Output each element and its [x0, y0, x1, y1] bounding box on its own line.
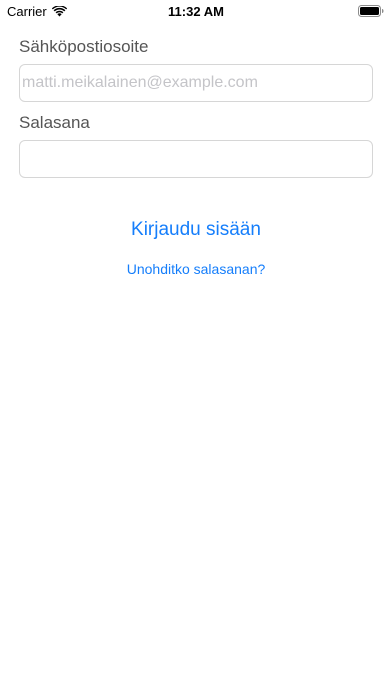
- status-time: 11:32 AM: [168, 4, 224, 19]
- login-screen: Carrier 11:32 AM Sähköpostiosoite Salasa…: [0, 0, 392, 696]
- email-label: Sähköpostiosoite: [19, 37, 149, 56]
- email-field[interactable]: [19, 64, 373, 102]
- password-field[interactable]: [19, 140, 373, 178]
- password-label: Salasana: [19, 113, 90, 132]
- forgot-password-link[interactable]: Unohditko salasanan?: [111, 259, 281, 279]
- status-bar: Carrier 11:32 AM: [0, 0, 392, 22]
- login-form: Sähköpostiosoite Salasana: [19, 36, 373, 178]
- login-button[interactable]: Kirjaudu sisään: [116, 217, 276, 243]
- battery-icon: [358, 5, 384, 17]
